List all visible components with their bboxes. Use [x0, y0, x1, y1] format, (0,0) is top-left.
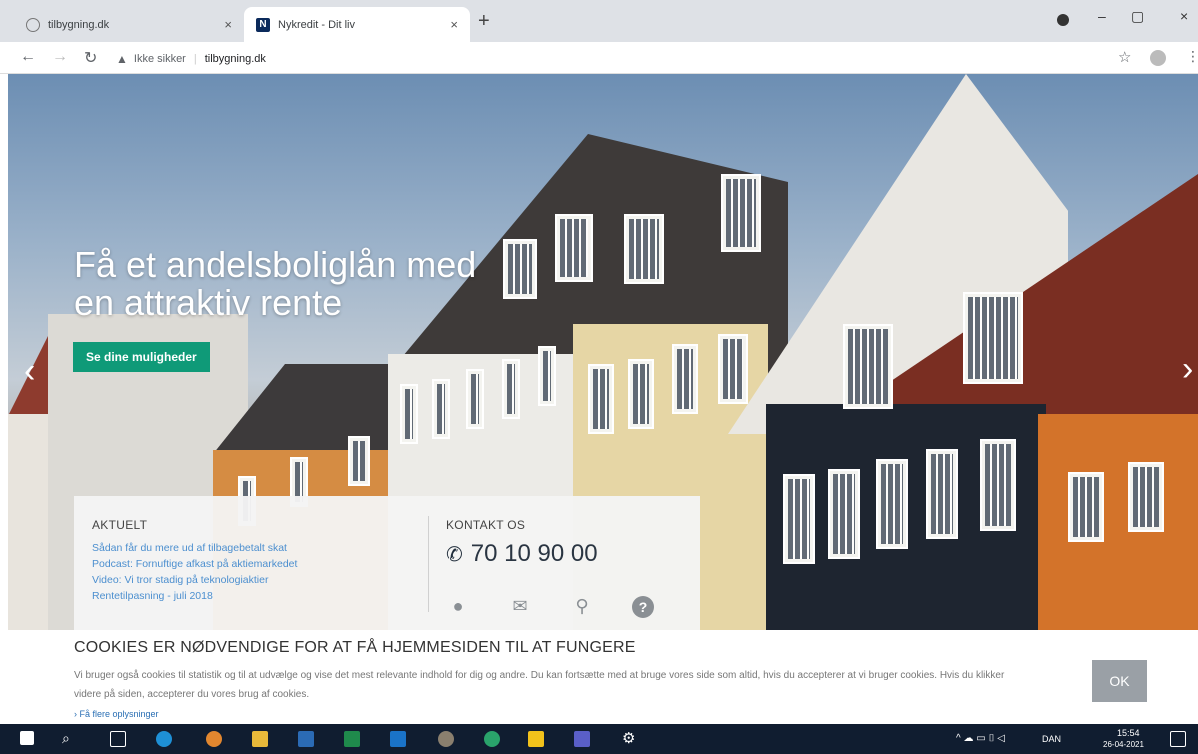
security-status[interactable]: Ikke sikker	[134, 53, 186, 65]
window	[1068, 472, 1104, 542]
window	[843, 324, 893, 409]
windows-start-icon[interactable]	[20, 731, 34, 745]
window	[1128, 462, 1164, 532]
cookie-ok-button[interactable]: OK	[1092, 660, 1147, 702]
hero-banner: Få et andelsboliglån med en attraktiv re…	[8, 74, 1198, 630]
window	[963, 292, 1023, 384]
window	[721, 174, 761, 252]
profile-avatar-icon[interactable]	[1150, 50, 1166, 66]
window	[432, 379, 450, 439]
language-indicator[interactable]: DAN	[1042, 734, 1061, 744]
tab-nykredit[interactable]: N Nykredit - Dit liv ×	[244, 7, 470, 42]
forward-arrow-icon[interactable]: →	[52, 48, 68, 66]
task-view-icon[interactable]	[110, 731, 126, 747]
news-link[interactable]: Podcast: Fornuftige afkast på aktiemarke…	[92, 556, 432, 572]
search-icon[interactable]: ⌕	[62, 730, 70, 747]
clock-time[interactable]: 15:54	[1117, 728, 1140, 738]
new-tab-button[interactable]: +	[478, 10, 490, 33]
orange-right-building	[1038, 414, 1198, 630]
help-icon[interactable]: ?	[632, 596, 654, 618]
green-app-icon[interactable]	[484, 731, 500, 747]
window	[783, 474, 815, 564]
globe-icon	[26, 17, 40, 32]
window	[348, 436, 370, 486]
news-link[interactable]: Sådan får du mere ud af tilbagebetalt sk…	[92, 540, 432, 556]
address-bar: ← → ↻ ▲ Ikke sikker | tilbygning.dk ☆ ⋮	[0, 42, 1198, 74]
bookmark-star-icon[interactable]: ☆	[1118, 48, 1131, 66]
window	[828, 469, 860, 559]
sticky-notes-icon[interactable]	[528, 731, 544, 747]
cookie-text: Vi bruger også cookies til statistik og …	[74, 670, 1005, 700]
window	[503, 239, 537, 299]
window	[502, 359, 520, 419]
record-icon[interactable]	[1057, 14, 1069, 26]
window	[672, 344, 698, 414]
close-tab-icon[interactable]: ×	[224, 17, 232, 32]
contact-section: KONTAKT OS ✆ 70 10 90 00	[446, 518, 598, 568]
chat-icon[interactable]: ●	[446, 596, 470, 616]
carousel-prev-icon[interactable]: ‹	[24, 352, 35, 391]
news-heading: AKTUELT	[92, 518, 148, 532]
more-info-text: Få flere oplysninger	[79, 709, 159, 719]
outlook-icon[interactable]	[390, 731, 406, 747]
news-link[interactable]: Video: Vi tror stadig på teknologiaktier	[92, 572, 432, 588]
cookie-title: COOKIES ER NØDVENDIGE FOR AT FÅ HJEMMESI…	[74, 639, 636, 656]
cookie-banner: COOKIES ER NØDVENDIGE FOR AT FÅ HJEMMESI…	[0, 630, 1198, 724]
mail-icon[interactable]: ✉	[508, 596, 532, 616]
window	[400, 384, 418, 444]
phone-icon: ✆	[446, 543, 463, 566]
excel-icon[interactable]	[344, 731, 360, 747]
tab-title: tilbygning.dk	[48, 18, 110, 31]
tray-icons[interactable]: ^ ☁ ▭ ⌷ ◁	[956, 733, 1005, 744]
phone-number[interactable]: ✆ 70 10 90 00	[446, 540, 598, 568]
edge-icon[interactable]	[156, 731, 172, 747]
phone-text: 70 10 90 00	[470, 540, 598, 567]
teams-icon[interactable]	[574, 731, 590, 747]
close-tab-icon[interactable]: ×	[450, 17, 458, 32]
word-icon[interactable]	[298, 731, 314, 747]
window	[588, 364, 614, 434]
windows-taskbar: ⌕ ⚙ ^ ☁ ▭ ⌷ ◁ DAN 15:54 26-04-2021	[0, 724, 1198, 754]
window	[876, 459, 908, 549]
back-arrow-icon[interactable]: ←	[20, 48, 36, 66]
nykredit-favicon-icon: N	[256, 17, 270, 32]
chrome-icon[interactable]	[206, 731, 222, 747]
info-box: AKTUELT Sådan får du mere ud af tilbageb…	[74, 496, 700, 630]
notifications-icon[interactable]	[1170, 731, 1186, 747]
window	[624, 214, 664, 284]
tab-title: Nykredit - Dit liv	[278, 18, 356, 31]
window	[555, 214, 593, 282]
contact-heading: KONTAKT OS	[446, 518, 526, 532]
close-window-button[interactable]: ×	[1180, 8, 1188, 24]
news-link[interactable]: Rentetilpasning - juli 2018	[92, 588, 432, 604]
app-icon[interactable]	[438, 731, 454, 747]
location-pin-icon[interactable]: ⚲	[570, 596, 594, 616]
more-info-link[interactable]: › Få flere oplysninger	[74, 709, 159, 719]
window	[466, 369, 484, 429]
see-options-button[interactable]: Se dine muligheder	[73, 342, 210, 372]
restore-button[interactable]: ▢	[1131, 8, 1144, 25]
url-text[interactable]: tilbygning.dk	[205, 53, 266, 65]
window	[538, 346, 556, 406]
settings-gear-icon[interactable]: ⚙	[622, 729, 635, 747]
kebab-menu-icon[interactable]: ⋮	[1186, 48, 1198, 65]
minimize-button[interactable]: –	[1098, 8, 1106, 24]
warning-triangle-icon[interactable]: ▲	[116, 52, 128, 66]
url-separator: |	[193, 53, 197, 65]
window	[926, 449, 958, 539]
window	[980, 439, 1016, 531]
news-section: AKTUELT Sådan får du mere ud af tilbageb…	[92, 518, 432, 604]
window	[628, 359, 654, 429]
carousel-next-icon[interactable]: ›	[1182, 350, 1193, 389]
reload-icon[interactable]: ↻	[84, 48, 97, 68]
file-explorer-icon[interactable]	[252, 731, 268, 747]
browser-tab-bar: tilbygning.dk × N Nykredit - Dit liv × +…	[0, 0, 1198, 42]
info-divider	[428, 516, 429, 612]
tab-tilbygning[interactable]: tilbygning.dk ×	[14, 7, 244, 42]
hero-title: Få et andelsboliglån med en attraktiv re…	[74, 244, 477, 323]
window	[718, 334, 748, 404]
url-field[interactable]: ▲ Ikke sikker | tilbygning.dk	[116, 48, 1096, 70]
contact-icons: ● ✉ ⚲ ?	[446, 596, 654, 618]
clock-date[interactable]: 26-04-2021	[1103, 740, 1144, 749]
